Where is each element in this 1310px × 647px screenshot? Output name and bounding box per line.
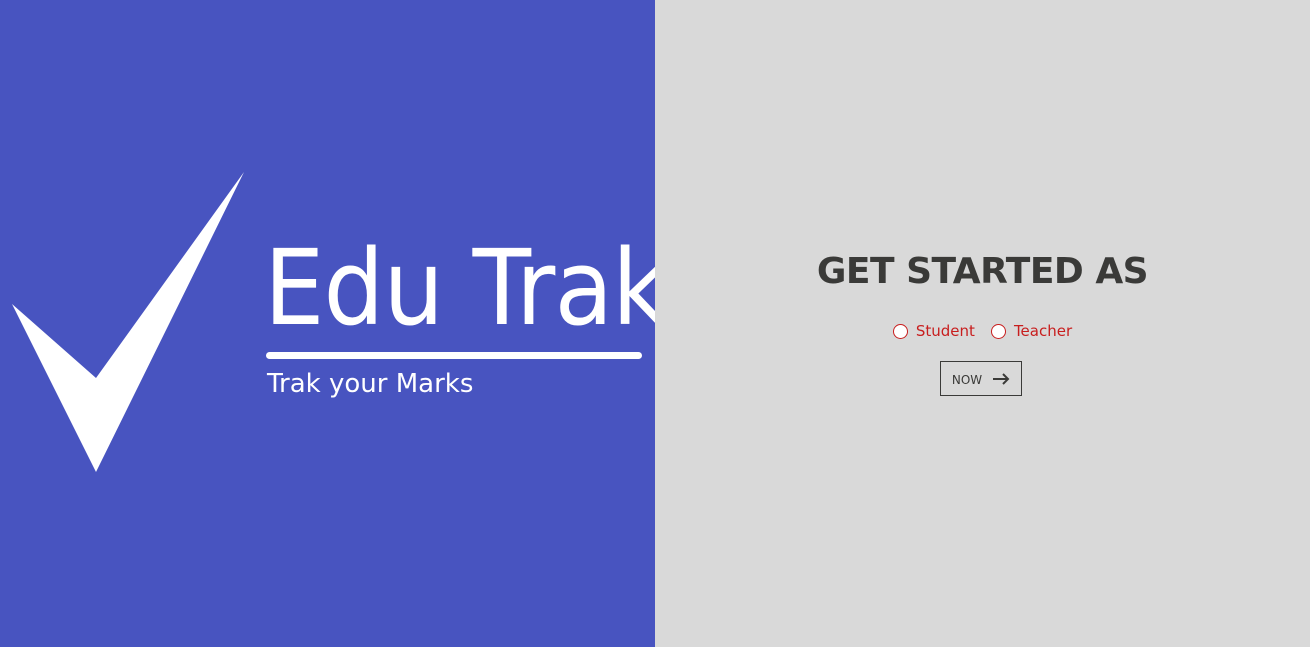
role-option-teacher[interactable]: Teacher [990,320,1073,342]
brand-panel: Edu Trak Trak your Marks [0,0,655,647]
teacher-radio[interactable] [990,323,1006,339]
now-button[interactable]: NOW [940,361,1022,396]
arrow-right-icon [993,372,1010,385]
teacher-label: Teacher [1013,322,1073,340]
get-started-panel: GET STARTED AS Student Teacher NOW [655,0,1310,647]
now-button-label: NOW [951,372,983,387]
role-option-student[interactable]: Student [892,320,975,342]
get-started-heading: GET STARTED AS [816,251,1149,292]
check-mark-icon [12,172,244,472]
landing-page: Edu Trak Trak your Marks GET STARTED AS … [0,0,1310,647]
student-label: Student [915,322,975,340]
student-radio[interactable] [892,323,908,339]
brand-tagline: Trak your Marks [267,369,474,399]
brand-title: Edu Trak [264,227,655,349]
role-radio-group: Student Teacher [655,320,1310,342]
brand-underline [266,352,642,359]
